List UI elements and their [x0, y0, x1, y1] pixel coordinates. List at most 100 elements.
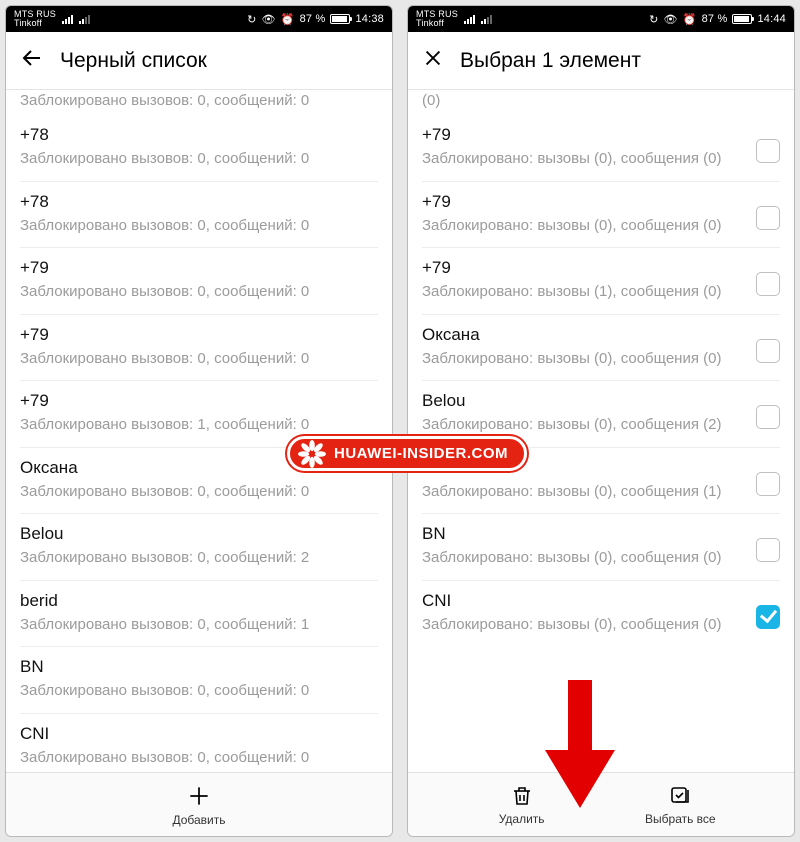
- contact-list[interactable]: (0) +79 Заблокировано: вызовы (0), сообще…: [408, 90, 794, 772]
- list-item[interactable]: BN Заблокировано: вызовы (0), сообщения (…: [422, 514, 780, 581]
- contact-subline: Заблокировано вызовов: 0, сообщений: 0: [20, 216, 378, 236]
- list-item[interactable]: CNI Заблокировано: вызовы (0), сообщения …: [422, 581, 780, 647]
- contact-name: berid: [20, 591, 378, 611]
- contact-subline: Заблокировано: вызовы (1), сообщения (0): [422, 282, 744, 302]
- select-all-icon: [668, 784, 692, 808]
- contact-name: CNI: [422, 591, 744, 611]
- clock-label: 14:44: [757, 13, 786, 25]
- contact-name: BN: [20, 657, 378, 677]
- list-item[interactable]: +79 Заблокировано: вызовы (1), сообщения …: [422, 248, 780, 315]
- sync-icon: ↻: [247, 13, 256, 26]
- select-all-button-label: Выбрать все: [645, 812, 716, 826]
- watermark-label: HUAWEI-INSIDER.COM: [334, 445, 508, 462]
- select-checkbox[interactable]: [756, 538, 780, 562]
- contact-name: +79: [20, 391, 378, 411]
- contact-subline: Заблокировано: вызовы (0), сообщения (2): [422, 415, 744, 435]
- signal-icon: [481, 15, 492, 24]
- list-item[interactable]: CNI Заблокировано вызовов: 0, сообщений: …: [20, 714, 378, 773]
- select-checkbox[interactable]: [756, 405, 780, 429]
- list-item[interactable]: +78 Заблокировано вызовов: 0, сообщений: …: [20, 182, 378, 249]
- contact-list[interactable]: Заблокировано вызовов: 0, сообщений: 0 +…: [6, 90, 392, 772]
- select-checkbox[interactable]: [756, 339, 780, 363]
- list-item[interactable]: Оксана Заблокировано: вызовы (0), сообщен…: [422, 315, 780, 382]
- list-item[interactable]: BN Заблокировано вызовов: 0, сообщений: 0: [20, 647, 378, 714]
- list-item[interactable]: +79 Заблокировано вызовов: 0, сообщений: …: [20, 315, 378, 382]
- add-button[interactable]: Добавить: [154, 783, 244, 827]
- huawei-logo-icon: [298, 440, 326, 468]
- page-title: Выбран 1 элемент: [460, 49, 641, 73]
- list-item[interactable]: Belou Заблокировано вызовов: 0, сообщений…: [20, 514, 378, 581]
- contact-subline: Заблокировано: вызовы (0), сообщения (0): [422, 615, 744, 635]
- truncated-row-top: Заблокировано вызовов: 0, сообщений: 0: [20, 90, 378, 115]
- tutorial-arrow-icon: [545, 680, 615, 810]
- clock-label: 14:38: [355, 13, 384, 25]
- contact-subline: Заблокировано вызовов: 0, сообщений: 0: [20, 748, 378, 768]
- contact-name: CNI: [20, 724, 378, 744]
- bottom-bar: Добавить: [6, 772, 392, 836]
- contact-subline: Заблокировано вызовов: 0, сообщений: 0: [20, 282, 378, 302]
- contact-name: Оксана: [422, 325, 744, 345]
- contact-subline: Заблокировано: вызовы (0), сообщения (0): [422, 216, 744, 236]
- contact-name: +78: [20, 192, 378, 212]
- contact-subline: Заблокировано: вызовы (0), сообщения (0): [422, 349, 744, 369]
- status-bar: MTS RUS Tinkoff ↻ 👁 ⏰ 87 % 14:44: [408, 6, 794, 32]
- sync-icon: ↻: [649, 13, 658, 26]
- titlebar: Черный список: [6, 32, 392, 90]
- titlebar: Выбран 1 элемент: [408, 32, 794, 90]
- contact-name: +78: [20, 125, 378, 145]
- contact-subline: Заблокировано: вызовы (0), сообщения (0): [422, 548, 744, 568]
- list-item[interactable]: +79 Заблокировано: вызовы (0), сообщения …: [422, 182, 780, 249]
- close-icon[interactable]: [422, 47, 444, 74]
- watermark-badge: HUAWEI-INSIDER.COM: [287, 436, 527, 471]
- contact-subline: Заблокировано вызовов: 0, сообщений: 2: [20, 548, 378, 568]
- phone-left: MTS RUS Tinkoff ↻ 👁 ⏰ 87 % 14:38 Черный …: [5, 5, 393, 837]
- alarm-icon: ⏰: [683, 13, 697, 26]
- contact-name: +79: [422, 192, 744, 212]
- list-item[interactable]: berid Заблокировано вызовов: 0, сообщений…: [20, 581, 378, 648]
- alarm-icon: ⏰: [281, 13, 295, 26]
- select-checkbox[interactable]: [756, 139, 780, 163]
- contact-subline: Заблокировано вызовов: 0, сообщений: 0: [20, 681, 378, 701]
- list-item[interactable]: +79 Заблокировано вызовов: 0, сообщений: …: [20, 248, 378, 315]
- select-checkbox[interactable]: [756, 206, 780, 230]
- trash-icon: [510, 784, 534, 808]
- signal-icon: [79, 15, 90, 24]
- add-button-label: Добавить: [172, 813, 225, 827]
- contact-subline: Заблокировано вызовов: 0, сообщений: 0: [20, 349, 378, 369]
- carrier-label: MTS RUS Tinkoff: [416, 10, 458, 28]
- page-title: Черный список: [60, 49, 207, 73]
- select-checkbox[interactable]: [756, 605, 780, 629]
- contact-name: +79: [422, 258, 744, 278]
- battery-icon: [330, 14, 350, 24]
- eye-icon: 👁: [664, 13, 678, 26]
- carrier-label: MTS RUS Tinkoff: [14, 10, 56, 28]
- battery-icon: [732, 14, 752, 24]
- contact-name: Belou: [422, 391, 744, 411]
- status-bar: MTS RUS Tinkoff ↻ 👁 ⏰ 87 % 14:38: [6, 6, 392, 32]
- contact-subline: Заблокировано: вызовы (0), сообщения (0): [422, 149, 744, 169]
- plus-icon: [186, 783, 212, 809]
- contact-name: +79: [20, 258, 378, 278]
- select-checkbox[interactable]: [756, 272, 780, 296]
- battery-pct: 87 %: [300, 13, 326, 25]
- back-icon[interactable]: [20, 46, 44, 75]
- signal-icon: [464, 15, 475, 24]
- contact-name: BN: [422, 524, 744, 544]
- battery-pct: 87 %: [702, 13, 728, 25]
- list-item[interactable]: +78 Заблокировано вызовов: 0, сообщений: …: [20, 115, 378, 182]
- contact-name: +79: [20, 325, 378, 345]
- truncated-row-top: (0): [422, 90, 780, 115]
- delete-button-label: Удалить: [499, 812, 545, 826]
- contact-subline: Заблокировано вызовов: 0, сообщений: 0: [20, 482, 378, 502]
- select-checkbox[interactable]: [756, 472, 780, 496]
- contact-name: +79: [422, 125, 744, 145]
- contact-subline: Заблокировано вызовов: 0, сообщений: 1: [20, 615, 378, 635]
- eye-icon: 👁: [262, 13, 276, 26]
- contact-subline: Заблокировано: вызовы (0), сообщения (1): [422, 482, 744, 502]
- contact-subline: Заблокировано вызовов: 0, сообщений: 0: [20, 149, 378, 169]
- list-item[interactable]: +79 Заблокировано: вызовы (0), сообщения …: [422, 115, 780, 182]
- contact-name: Belou: [20, 524, 378, 544]
- signal-icon: [62, 15, 73, 24]
- contact-subline: Заблокировано вызовов: 1, сообщений: 0: [20, 415, 378, 435]
- select-all-button[interactable]: Выбрать все: [635, 784, 725, 826]
